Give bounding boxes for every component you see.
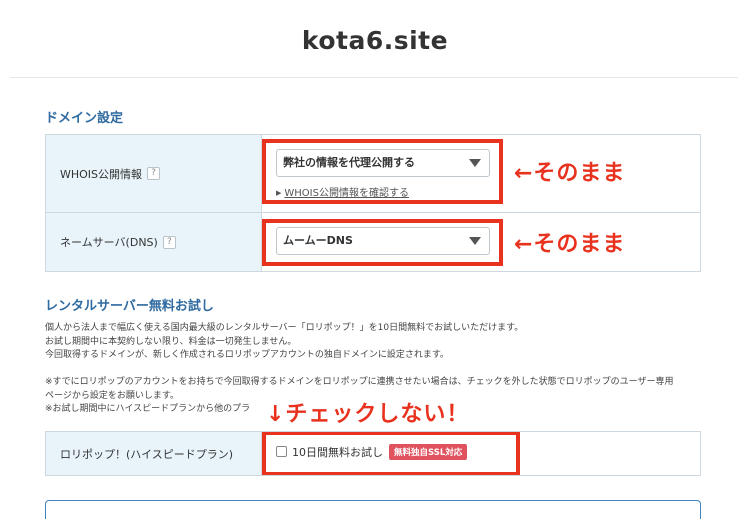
whois-highlight-box xyxy=(262,139,503,204)
whois-label: WHOIS公開情報 xyxy=(60,167,143,181)
rental-server-heading: レンタルサーバー無料お試し xyxy=(45,299,214,314)
rental-server-table: ロリポップ！(ハイスピードプラン) 10日間無料お試し 無料独自SSL対応 xyxy=(45,431,701,476)
whois-help-icon[interactable]: ? xyxy=(147,167,161,180)
description-line: 個人から法人まで幅広く使える国内最大級のレンタルサーバー「ロリポップ！」を10日… xyxy=(45,323,524,333)
trial-checkbox[interactable] xyxy=(276,446,287,457)
note-line: ※すでにロリポップのアカウントをお持ちで今回取得するドメインをロリポップに連携さ… xyxy=(45,377,674,387)
trial-checkbox-label[interactable]: 10日間無料お試し xyxy=(292,444,383,460)
nameserver-annotation: ←そのまま xyxy=(514,232,626,257)
rental-description: 個人から法人まで幅広く使える国内最大級のレンタルサーバー「ロリポップ！」を10日… xyxy=(45,322,523,363)
domain-name-title: kota6.site xyxy=(301,26,449,55)
plan-value-cell: 10日間無料お試し 無料独自SSL対応 xyxy=(262,432,700,475)
nameserver-help-icon[interactable]: ? xyxy=(162,235,176,249)
whois-annotation: ←そのまま xyxy=(514,161,626,186)
plan-label: ロリポップ！(ハイスピードプラン) xyxy=(60,447,234,461)
checkbox-annotation: ↓チェックしない！ xyxy=(266,396,474,428)
domain-settings-heading: ドメイン設定 xyxy=(45,111,124,126)
bottom-panel xyxy=(45,500,701,519)
whois-label-cell: WHOIS公開情報 ? xyxy=(46,135,262,212)
description-line: 今回取得するドメインが、新しく作成されるロリポップアカウントの独自ドメインに設定… xyxy=(45,350,449,360)
ssl-badge: 無料独自SSL対応 xyxy=(389,444,468,460)
description-line: お試し期間中に本契約しない限り、料金は一切発生しません。 xyxy=(45,336,297,347)
nameserver-label-cell: ネームサーバ(DNS) ? xyxy=(46,213,262,271)
header-divider xyxy=(10,77,738,78)
nameserver-label: ネームサーバ(DNS) xyxy=(60,236,158,249)
plan-label-cell: ロリポップ！(ハイスピードプラン) xyxy=(46,432,262,475)
nameserver-highlight-box xyxy=(262,219,503,266)
